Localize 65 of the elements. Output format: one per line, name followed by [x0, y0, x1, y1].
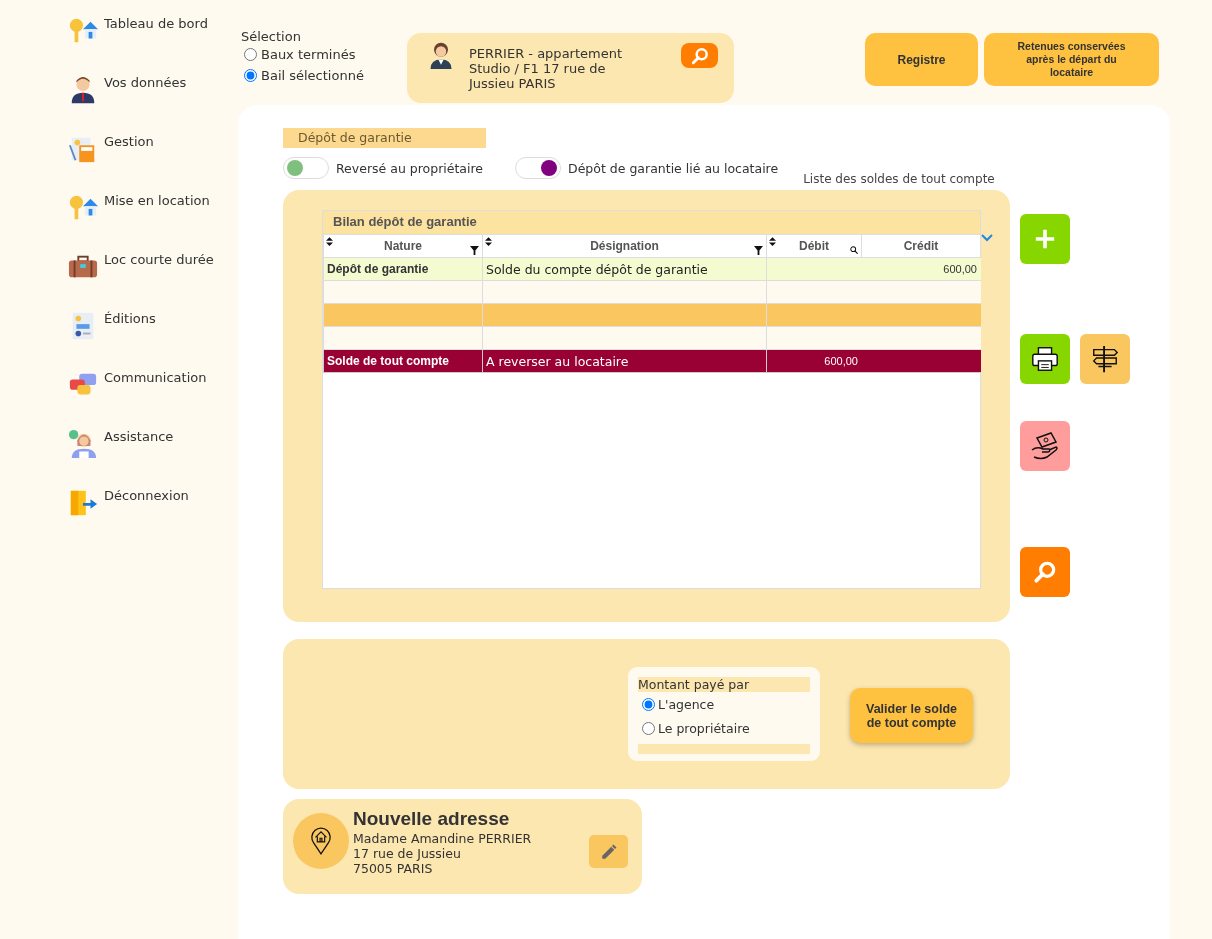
refund-button[interactable]	[1020, 421, 1070, 471]
radio-button[interactable]	[642, 721, 655, 735]
sidebar-item[interactable]: Gestion	[104, 130, 154, 149]
radio-label: Le propriétaire	[658, 720, 750, 736]
list-caption: Liste des soldes de tout compte	[803, 172, 995, 186]
plus-icon	[1034, 228, 1056, 250]
sidebar-item[interactable]: Assistance	[104, 425, 174, 444]
table-cell: 600,00	[943, 263, 977, 275]
toggle-switch[interactable]	[283, 157, 329, 179]
exit-door-icon[interactable]	[68, 488, 98, 518]
register-button[interactable]: Registre	[865, 33, 978, 86]
payment-title: Montant payé par	[638, 677, 810, 692]
table-cell: 600,00	[824, 355, 858, 367]
sidebar-item[interactable]: Tableau de bord	[104, 12, 208, 31]
column-header[interactable]: Nature	[384, 239, 422, 253]
sidebar-item[interactable]: Communication	[104, 366, 207, 385]
radio-button[interactable]	[244, 69, 257, 82]
address-text: Madame Amandine PERRIER 17 rue de Jussieu 75005 PARIS	[353, 831, 533, 876]
table-cell: A reverser au locataire	[486, 353, 629, 369]
address-title: Nouvelle adresse	[353, 808, 511, 830]
section-title: Dépôt de garantie	[283, 128, 486, 148]
table-cell: Solde de tout compte	[327, 354, 449, 368]
toggle-switch[interactable]	[515, 157, 562, 179]
sidebar-item[interactable]: Déconnexion	[104, 484, 189, 503]
column-header[interactable]: Crédit	[903, 239, 939, 253]
sidebar-item[interactable]: Loc courte durée	[104, 248, 214, 267]
table-title: Bilan dépôt de garantie	[323, 211, 980, 234]
retentions-button[interactable]: Retenues conservées après le départ du locataire	[984, 33, 1159, 86]
search-icon	[689, 45, 710, 66]
filter-icon[interactable]	[754, 246, 763, 255]
column-header[interactable]: Débit	[799, 239, 829, 253]
search-button[interactable]	[681, 43, 718, 68]
filter-icon[interactable]	[470, 246, 479, 255]
column-header[interactable]: Désignation	[590, 239, 659, 253]
lease-description: PERRIER - appartement Studio / F1 17 rue de Jussieu PARIS	[469, 45, 624, 93]
radio-label: Bail sélectionné	[261, 68, 364, 83]
hand-money-icon	[1029, 430, 1061, 462]
toggle-label: Dépôt de garantie lié au locataire	[568, 160, 779, 176]
radio-button[interactable]	[642, 697, 655, 711]
chevron-down-icon[interactable]	[981, 234, 993, 242]
support-agent-icon[interactable]	[68, 429, 98, 459]
sort-icon[interactable]	[326, 237, 333, 246]
radio-label: L'agence	[658, 696, 715, 712]
search-button[interactable]	[1020, 547, 1070, 597]
sidebar-item[interactable]: Éditions	[104, 307, 156, 326]
print-button[interactable]	[1020, 334, 1070, 384]
pencil-icon	[599, 842, 618, 861]
signpost-icon	[1090, 344, 1120, 374]
search-icon	[1032, 559, 1058, 585]
location-pin-house-icon	[310, 826, 332, 856]
edit-button[interactable]	[589, 835, 628, 868]
radio-button[interactable]	[244, 48, 257, 61]
signpost-button[interactable]	[1080, 334, 1130, 384]
table-cell: Solde du compte dépôt de garantie	[486, 261, 708, 277]
search-icon[interactable]	[850, 246, 858, 254]
radio-label: Baux terminés	[261, 47, 356, 62]
toggle-label: Reversé au propriétaire	[336, 160, 484, 176]
printer-icon	[1030, 344, 1060, 374]
sidebar-item[interactable]: Mise en location	[104, 189, 210, 208]
selection-label: Sélection	[241, 29, 302, 44]
sort-icon[interactable]	[769, 237, 776, 246]
sort-icon[interactable]	[485, 237, 492, 246]
table-cell: Dépôt de garantie	[327, 262, 429, 276]
sidebar-item[interactable]: Vos données	[104, 71, 187, 90]
validate-button[interactable]: Valider le solde de tout compte	[850, 688, 973, 743]
